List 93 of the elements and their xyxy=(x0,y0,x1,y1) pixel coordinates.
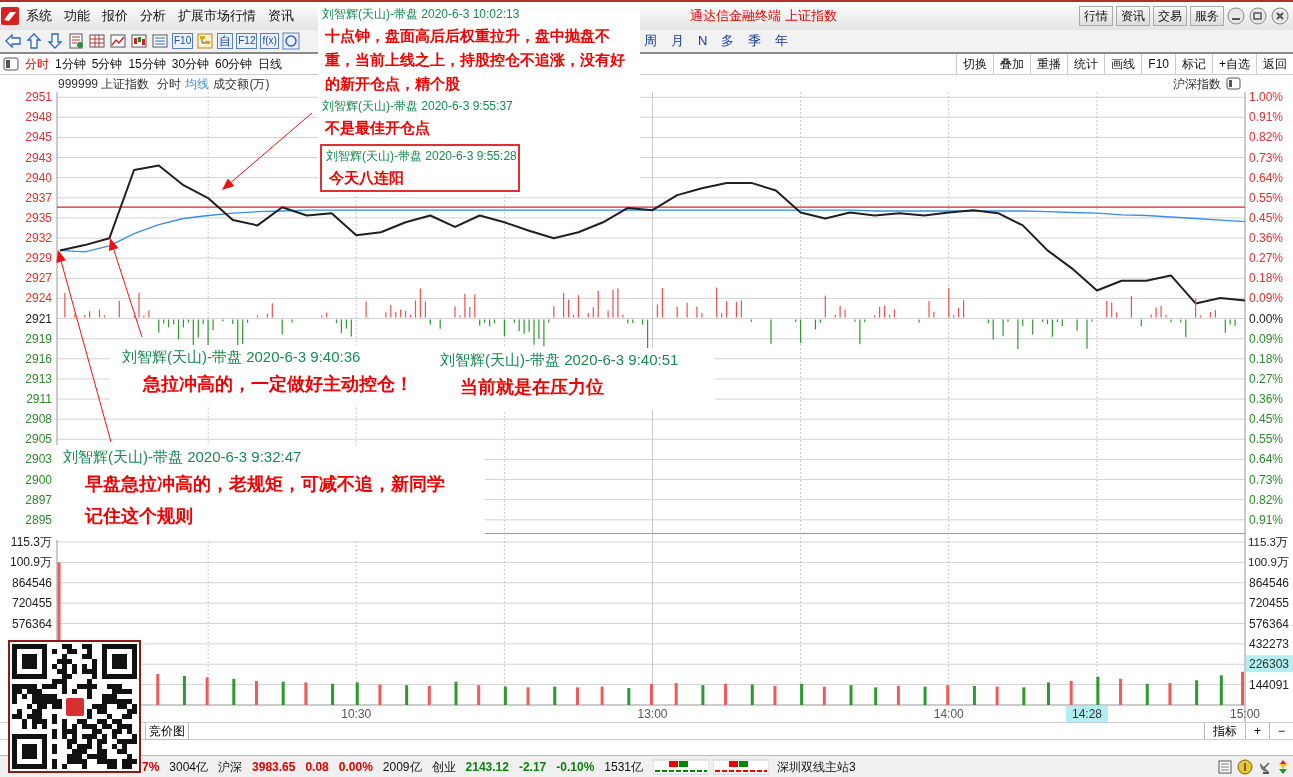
server-name: 深圳双线主站3 xyxy=(777,758,856,776)
axis-label: 0.36% xyxy=(1249,231,1284,246)
note-text: 十点钟，盘面高后后权重拉升，盘中抛盘不重，当前上线之上，持股控仓不追涨，没有好的新开仓点，精个股 xyxy=(325,26,626,94)
axis-label: 2937 xyxy=(25,190,52,205)
axis-label: 0.00% xyxy=(1249,311,1284,326)
axis-label: 576364 xyxy=(1249,616,1290,631)
cursor-value-label: 226303 xyxy=(1246,655,1293,673)
legend-label: 均线 xyxy=(185,75,210,93)
note-header: 刘智辉(天山)-带盘 2020-6-3 9:32:47 xyxy=(62,447,303,467)
axis-label: 0.91% xyxy=(1249,110,1284,125)
axis-label: 2913 xyxy=(25,371,52,386)
axis-label: 0.55% xyxy=(1249,190,1284,205)
note-text: 不是最佳开仓点 xyxy=(325,118,431,138)
quote-value: 2143.12 xyxy=(465,758,509,776)
axis-label: 576364 xyxy=(11,616,52,631)
axis-label: 2935 xyxy=(25,210,52,225)
note-text: 早盘急拉冲高的，老规矩，可减不追，新同学记住这个规则 xyxy=(85,473,446,528)
axis-label: 0.82% xyxy=(1249,130,1284,145)
note-header: 刘智辉(天山)-带盘 2020-6-3 9:55:28 xyxy=(325,148,518,165)
quote-value: 0.08 xyxy=(305,758,329,776)
note-text: 急拉冲高的，一定做好主动控仓！ xyxy=(143,373,414,396)
axis-label: 2948 xyxy=(25,110,52,125)
quote-value: 沪深 xyxy=(218,758,243,776)
axis-label: 2916 xyxy=(25,351,52,366)
quote-value: 7% xyxy=(142,758,160,776)
axis-label: 10:30 xyxy=(341,707,372,721)
axis-label: 2921 xyxy=(25,311,52,326)
window-title: 通达信金融终端 上证指数 xyxy=(690,7,838,26)
axis-label: 15:00 xyxy=(1230,707,1260,721)
axis-label: 0.18% xyxy=(1249,351,1284,366)
axis-label: 0.64% xyxy=(1249,452,1284,467)
axis-label: 2943 xyxy=(25,150,52,165)
axis-label: 2929 xyxy=(25,251,52,266)
axis-label: 2905 xyxy=(25,432,52,447)
axis-label: 2895 xyxy=(25,512,52,527)
axis-label: 0.64% xyxy=(1249,170,1284,185)
axis-label: 2945 xyxy=(25,130,52,145)
axis-label: 2927 xyxy=(25,271,52,286)
axis-label: 2951 xyxy=(25,92,52,105)
axis-label: 2897 xyxy=(25,492,52,507)
axis-label: 2932 xyxy=(25,231,52,246)
axis-label: 14:00 xyxy=(933,707,964,721)
axis-label: 0.09% xyxy=(1249,291,1284,306)
axis-label: 0.27% xyxy=(1249,251,1284,266)
axis-label: 100.9万 xyxy=(1248,556,1289,569)
quote-value: 创业 xyxy=(431,758,456,776)
quote-value: 0.00% xyxy=(338,758,373,776)
axis-label: 100.9万 xyxy=(9,555,52,570)
axis-label: 2940 xyxy=(25,170,52,185)
axis-label: 0.55% xyxy=(1249,432,1284,447)
quote-value: 3983.65 xyxy=(252,758,296,776)
axis-label: 1.00% xyxy=(1249,92,1284,105)
axis-label: 720455 xyxy=(11,596,52,611)
axis-label: 0.73% xyxy=(1249,150,1284,165)
axis-label: 2919 xyxy=(25,331,52,346)
quote-value: -2.17 xyxy=(518,758,547,776)
axis-label: 144091 xyxy=(1249,677,1290,692)
axis-label: 115.3万 xyxy=(1248,536,1288,549)
axis-label: 864546 xyxy=(1249,575,1290,590)
market-label: 沪深指数 xyxy=(1173,75,1221,93)
axis-label: 115.3万 xyxy=(10,535,52,550)
axis-label: 13:00 xyxy=(637,707,668,721)
axis-label: 2900 xyxy=(25,472,52,487)
axis-label: 2911 xyxy=(26,392,52,407)
axis-label: 720455 xyxy=(1249,596,1290,611)
axis-label: 864546 xyxy=(11,575,52,590)
note-header: 刘智辉(天山)-带盘 2020-6-3 9:40:36 xyxy=(121,347,362,367)
quote-value: -0.10% xyxy=(556,758,595,776)
axis-label: 0.18% xyxy=(1249,271,1284,286)
note-text: 当前就是在压力位 xyxy=(460,376,605,399)
axis-label: 0.91% xyxy=(1249,512,1284,527)
axis-label: 0.45% xyxy=(1249,210,1284,225)
instrument-name: 999999 上证指数 xyxy=(58,75,150,93)
axis-label: 0.73% xyxy=(1249,472,1284,487)
axis-label: 2903 xyxy=(25,452,52,467)
chart-mode-label: 分时 xyxy=(157,75,182,93)
note-header: 刘智辉(天山)-带盘 2020-6-3 10:02:13 xyxy=(321,6,521,23)
axis-label: 0.36% xyxy=(1249,392,1284,407)
axis-label: 0.45% xyxy=(1249,412,1284,427)
axis-label: 432273 xyxy=(1249,636,1290,651)
cursor-time-label: 14:28 xyxy=(1066,706,1108,722)
axis-label: 0.09% xyxy=(1249,331,1284,346)
quote-value: 2009亿 xyxy=(382,758,422,776)
axis-label: 2924 xyxy=(25,291,52,306)
note-header: 刘智辉(天山)-带盘 2020-6-3 9:55:37 xyxy=(321,98,514,115)
note-header: 刘智辉(天山)-带盘 2020-6-3 9:40:51 xyxy=(439,350,680,370)
axis-label: 0.27% xyxy=(1249,371,1284,386)
axis-label: 0.82% xyxy=(1249,492,1284,507)
quote-value: 3004亿 xyxy=(169,758,209,776)
legend-label: 成交额(万) xyxy=(213,75,270,93)
note-text: 今天八连阳 xyxy=(329,168,405,188)
axis-label: 2908 xyxy=(25,412,52,427)
quote-value: 1531亿 xyxy=(604,758,643,776)
